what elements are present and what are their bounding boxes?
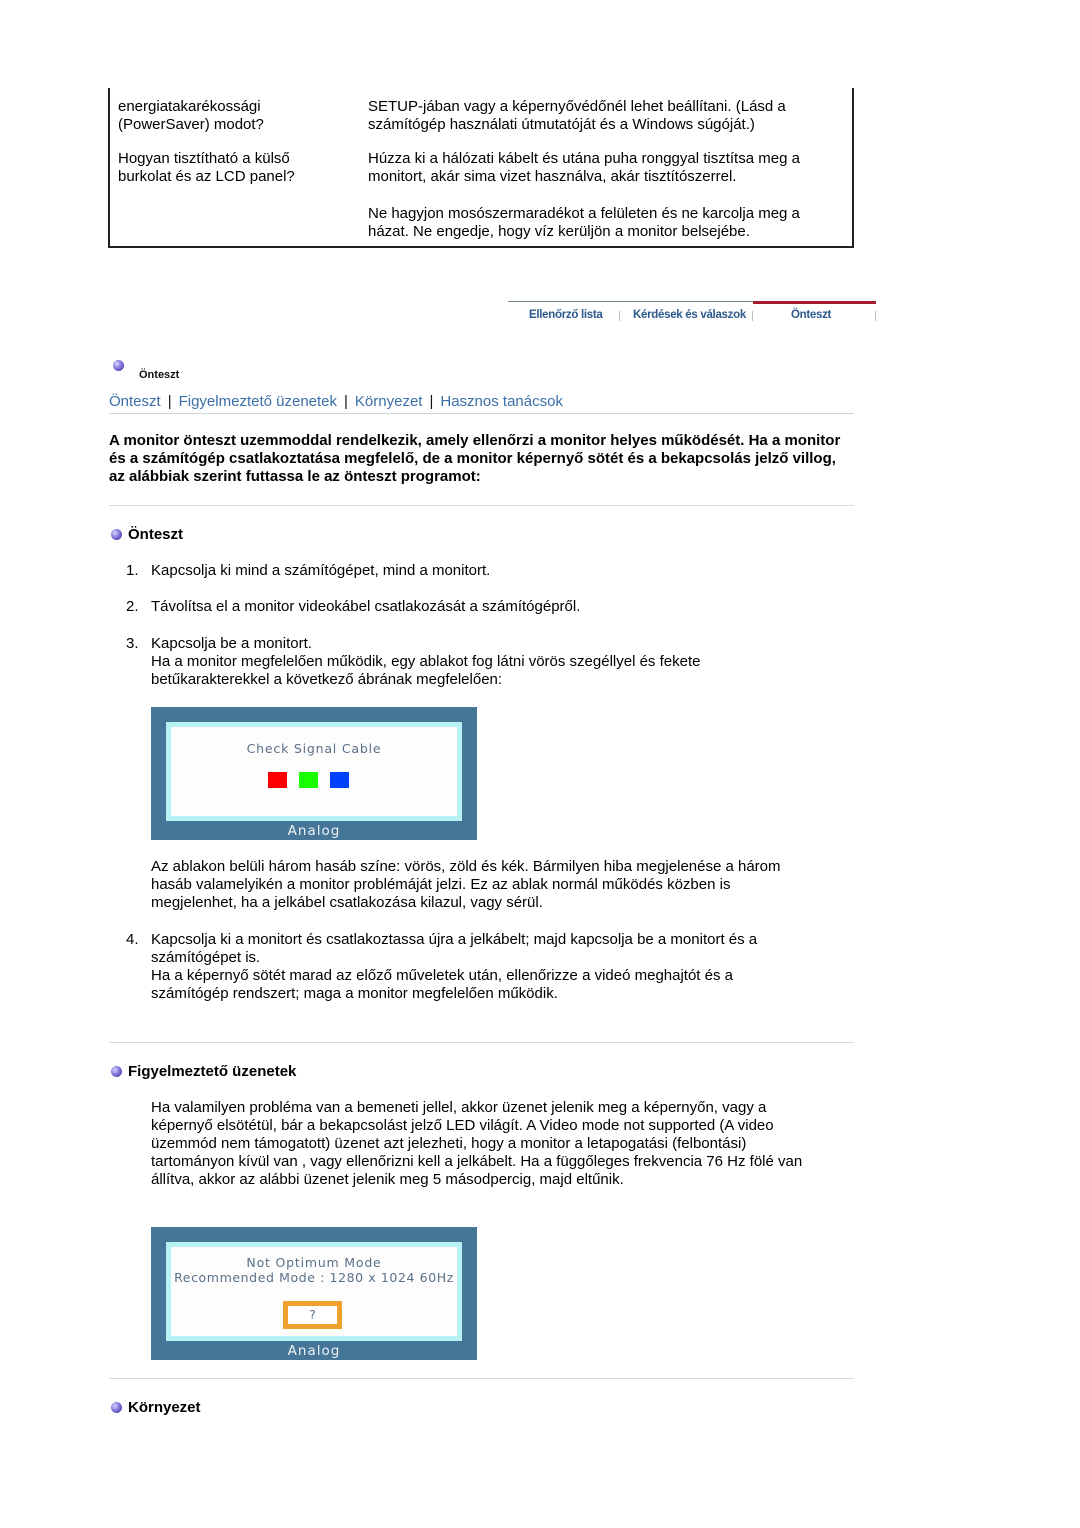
link-separator: | bbox=[344, 393, 348, 410]
bullet-icon bbox=[111, 1402, 122, 1413]
faq-answer: Húzza ki a hálózati kábelt és utána puha… bbox=[368, 150, 848, 186]
step-detail: Ha a monitor megfelelően működik, egy ab… bbox=[151, 653, 701, 688]
bullet-icon bbox=[111, 529, 122, 540]
step-text: Kapcsolja ki mind a számítógépet, mind a… bbox=[151, 562, 491, 579]
intro-paragraph: A monitor önteszt uzemmoddal rendelkezik… bbox=[109, 432, 841, 485]
step-number: 3. bbox=[126, 635, 139, 652]
section-links: Önteszt | Figyelmeztető üzenetek | Környezet… bbox=[109, 393, 854, 414]
step-detail: Ha a képernyő sötét marad az előző művel… bbox=[151, 967, 733, 1002]
environment-heading-text: Környezet bbox=[128, 1399, 201, 1416]
faq-question-line: energiatakarékossági bbox=[118, 98, 261, 115]
step-number: 4. bbox=[126, 931, 139, 948]
step-number: 2. bbox=[126, 598, 139, 615]
faq-answer-line: monitort, akár sima vizet használva, aká… bbox=[368, 168, 737, 185]
tab-checklist[interactable]: Ellenőrző lista bbox=[529, 309, 603, 321]
link-warnings[interactable]: Figyelmeztető üzenetek bbox=[179, 393, 337, 410]
link-selftest[interactable]: Önteszt bbox=[109, 393, 161, 410]
selftest-heading: Önteszt bbox=[111, 526, 183, 543]
blue-bar bbox=[330, 772, 349, 788]
warnings-heading: Figyelmeztető üzenetek bbox=[111, 1063, 296, 1080]
osd-frame: Check Signal Cable bbox=[166, 722, 462, 821]
faq-answer-line: Ne hagyjon mosószermaradékot a felületen… bbox=[368, 205, 800, 222]
divider bbox=[109, 505, 854, 506]
step-number: 1. bbox=[126, 562, 139, 579]
green-bar bbox=[299, 772, 318, 788]
osd-not-optimum-image: Not Optimum Mode Recommended Mode : 1280… bbox=[151, 1227, 477, 1360]
osd-line-1: Not Optimum Mode bbox=[246, 1255, 382, 1270]
link-separator: | bbox=[429, 393, 434, 410]
bullet-icon bbox=[111, 1066, 122, 1077]
divider bbox=[109, 1378, 854, 1379]
faq-answer-line: SETUP-jában vagy a képernyővédőnél lehet… bbox=[368, 98, 786, 115]
warnings-text: Ha valamilyen probléma van a bemeneti je… bbox=[151, 1099, 803, 1188]
red-bar bbox=[268, 772, 287, 788]
faq-question: energiatakarékossági (PowerSaver) modot? bbox=[118, 98, 358, 134]
divider bbox=[109, 1042, 854, 1043]
section-label: Önteszt bbox=[139, 369, 180, 381]
tab-separator bbox=[619, 311, 620, 321]
osd-inner: Not Optimum Mode Recommended Mode : 1280… bbox=[171, 1247, 457, 1336]
after-image-text: Az ablakon belüli három hasáb színe: vör… bbox=[151, 858, 781, 911]
tab-qa[interactable]: Kérdések és válaszok bbox=[633, 309, 746, 321]
tab-separator bbox=[752, 311, 753, 321]
faq-answer-line: számítógép használati útmutatóját és a W… bbox=[368, 116, 755, 133]
osd-footer: Analog bbox=[287, 1343, 341, 1359]
faq-question-line: burkolat és az LCD panel? bbox=[118, 168, 295, 185]
warnings-heading-text: Figyelmeztető üzenetek bbox=[128, 1063, 297, 1080]
osd-message: Check Signal Cable bbox=[246, 741, 382, 756]
bullet-icon bbox=[113, 360, 124, 371]
faq-question-line: (PowerSaver) modot? bbox=[118, 116, 264, 133]
faq-answer: Ne hagyjon mosószermaradékot a felületen… bbox=[368, 205, 848, 241]
osd-inner: Check Signal Cable bbox=[171, 727, 457, 816]
step-text: Kapcsolja be a monitort. bbox=[151, 635, 312, 652]
osd-footer: Analog bbox=[287, 823, 341, 839]
tab-separator bbox=[875, 311, 876, 321]
osd-frame: Not Optimum Mode Recommended Mode : 1280… bbox=[166, 1242, 462, 1341]
tab-selftest[interactable]: Önteszt bbox=[791, 309, 831, 321]
osd-check-signal-image: Check Signal Cable Analog bbox=[151, 707, 477, 840]
osd-line-2: Recommended Mode : 1280 x 1024 60Hz bbox=[174, 1270, 454, 1285]
tab-navigation: Ellenőrző lista Kérdések és válaszok Önt… bbox=[508, 301, 876, 329]
faq-answer-line: Húzza ki a hálózati kábelt és utána puha… bbox=[368, 150, 800, 167]
faq-answer-line: házat. Ne engedje, hogy víz kerüljön a m… bbox=[368, 223, 750, 240]
selftest-heading-text: Önteszt bbox=[128, 526, 184, 543]
tabnav-divider bbox=[508, 301, 753, 302]
faq-question-line: Hogyan tisztítható a külső bbox=[118, 150, 290, 167]
faq-question: Hogyan tisztítható a külső burkolat és a… bbox=[118, 150, 358, 186]
step-text: Távolítsa el a monitor videokábel csatla… bbox=[151, 598, 581, 615]
faq-answer: SETUP-jában vagy a képernyővédőnél lehet… bbox=[368, 98, 848, 134]
faq-table: energiatakarékossági (PowerSaver) modot?… bbox=[108, 88, 854, 248]
link-environment[interactable]: Környezet bbox=[355, 393, 423, 410]
tabnav-active-indicator bbox=[753, 301, 876, 304]
link-separator: | bbox=[167, 393, 172, 410]
osd-question-button: ? bbox=[283, 1301, 342, 1329]
step-text: Kapcsolja ki a monitort és csatlakoztass… bbox=[151, 931, 758, 966]
link-tips[interactable]: Hasznos tanácsok bbox=[440, 393, 563, 410]
environment-heading: Környezet bbox=[111, 1399, 201, 1416]
